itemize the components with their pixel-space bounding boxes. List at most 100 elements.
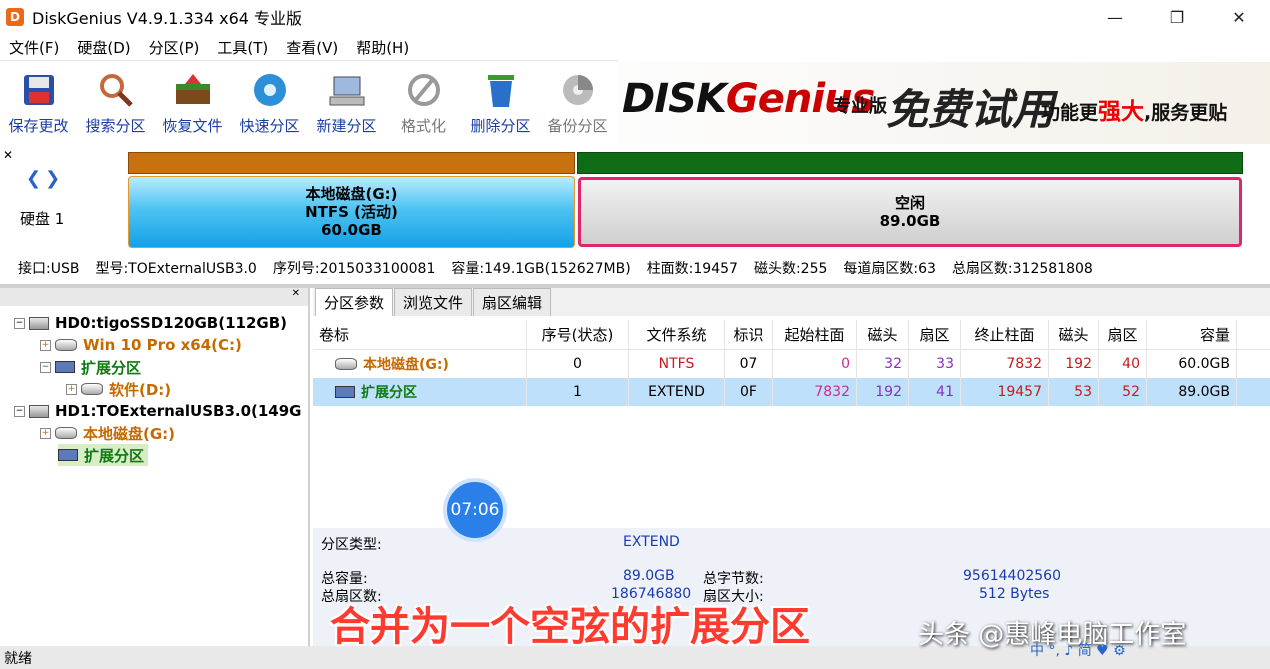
tab-sector-edit[interactable]: 扇区编辑 <box>473 288 552 316</box>
disk-icon <box>29 316 49 330</box>
save-icon <box>20 71 58 109</box>
table-row-selected[interactable]: 扩展分区 1 EXTEND 0F 7832 192 41 19457 53 52… <box>313 378 1270 406</box>
prev-disk-icon[interactable]: ❮ <box>26 168 41 189</box>
promo-banner[interactable]: DISKGenius 专业版 免费试用 功能更强大,服务更贴 <box>618 62 1270 144</box>
col-end-cyl[interactable]: 终止柱面 <box>961 320 1049 349</box>
expand-icon[interactable]: + <box>40 339 51 351</box>
collapse-icon[interactable]: − <box>14 317 25 329</box>
extended-partition-icon <box>58 449 78 461</box>
expand-icon[interactable]: + <box>40 427 51 439</box>
disk-tree-panel: ✕ − HD0:tigoSSD120GB(112GB) + Win 10 Pro… <box>0 288 310 646</box>
tree-item-label: HD1:TOExternalUSB3.0(149G <box>55 402 302 420</box>
tab-strip: 分区参数 浏览文件 扇区编辑 <box>313 288 1270 316</box>
recover-files-button[interactable]: 恢复文件 <box>154 60 231 144</box>
col-start-head[interactable]: 磁头 <box>857 320 909 349</box>
cell-start-cyl: 7832 <box>773 378 857 406</box>
partition-strip-primary[interactable] <box>128 152 575 174</box>
restore-button[interactable]: ❐ <box>1146 0 1208 34</box>
menu-view[interactable]: 查看(V) <box>277 37 347 58</box>
tab-browse-files[interactable]: 浏览文件 <box>394 288 473 316</box>
cell-end-sector: 40 <box>1099 350 1147 378</box>
app-logo-icon: D <box>6 8 24 26</box>
extended-partition-icon <box>55 361 75 373</box>
partition-block-g[interactable]: 本地磁盘(G:) NTFS (活动) 60.0GB <box>128 176 575 248</box>
col-id[interactable]: 标识 <box>725 320 773 349</box>
cell-end-cyl: 7832 <box>961 350 1049 378</box>
col-capacity[interactable]: 容量 <box>1147 320 1237 349</box>
banner-edition: 专业版 <box>833 96 887 117</box>
minimize-button[interactable]: — <box>1084 0 1146 34</box>
backup-partition-label: 备份分区 <box>547 117 608 135</box>
col-start-sector[interactable]: 扇区 <box>909 320 961 349</box>
window-title: DiskGenius V4.9.1.334 x64 专业版 <box>32 9 303 28</box>
ime-tray-icons[interactable]: 中 °, ♪ 简 ♥ ⚙ <box>1030 640 1126 660</box>
extended-partition-icon <box>335 386 355 398</box>
tree-item-label: 扩展分区 <box>81 358 142 377</box>
disk-quick-icon <box>251 71 289 109</box>
diskmap-close-icon[interactable]: ✕ <box>3 148 13 162</box>
tree-item-hd0[interactable]: − HD0:tigoSSD120GB(112GB) <box>14 312 287 334</box>
col-filesystem[interactable]: 文件系统 <box>629 320 725 349</box>
disk-label: 硬盘 1 <box>20 210 65 228</box>
col-end-sector[interactable]: 扇区 <box>1099 320 1147 349</box>
disk-info-bar: 接口:USB 型号:TOExternalUSB3.0 序列号:201503310… <box>0 254 1270 282</box>
tree-item-hd1[interactable]: − HD1:TOExternalUSB3.0(149G <box>14 400 302 422</box>
tree-panel-header: ✕ <box>0 288 308 306</box>
cell-end-head: 192 <box>1049 350 1099 378</box>
partition-strip-extended[interactable] <box>577 152 1243 174</box>
cell-filesystem: EXTEND <box>629 378 725 406</box>
tree-item-c[interactable]: + Win 10 Pro x64(C:) <box>40 334 242 356</box>
banner-free-trial: 免费试用 <box>886 85 1055 134</box>
save-changes-button[interactable]: 保存更改 <box>0 60 77 144</box>
new-partition-button[interactable]: 新建分区 <box>308 60 385 144</box>
menu-disk[interactable]: 硬盘(D) <box>68 37 139 58</box>
new-partition-icon <box>328 71 366 109</box>
disk-capacity: 容量:149.1GB(152627MB) <box>451 261 631 277</box>
cell-start-head: 192 <box>857 378 909 406</box>
cell-id: 07 <box>725 350 773 378</box>
recording-timer[interactable]: 07:06 <box>443 478 507 542</box>
menu-tools[interactable]: 工具(T) <box>208 37 277 58</box>
search-partition-button[interactable]: 搜索分区 <box>77 60 154 144</box>
tab-partition-params[interactable]: 分区参数 <box>315 288 394 316</box>
tree-item-d[interactable]: + 软件(D:) <box>66 378 171 400</box>
table-row[interactable]: 本地磁盘(G:) 0 NTFS 07 0 32 33 7832 192 40 6… <box>313 350 1270 378</box>
tree-item-extended-hd1[interactable]: 扩展分区 <box>58 444 149 466</box>
disk-icon <box>29 404 49 418</box>
table-header: 卷标 序号(状态) 文件系统 标识 起始柱面 磁头 扇区 终止柱面 磁头 扇区 … <box>313 320 1270 350</box>
cell-start-sector: 33 <box>909 350 961 378</box>
cell-capacity: 60.0GB <box>1147 350 1237 378</box>
tree-item-g[interactable]: + 本地磁盘(G:) <box>40 422 175 444</box>
backup-icon <box>559 71 597 109</box>
next-disk-icon[interactable]: ❯ <box>45 168 60 189</box>
format-button[interactable]: 格式化 <box>385 60 462 144</box>
partition-type-value: EXTEND <box>623 534 680 550</box>
total-bytes-value: 95614402560 <box>963 568 1061 584</box>
menu-partition[interactable]: 分区(P) <box>140 37 209 58</box>
backup-partition-button[interactable]: 备份分区 <box>539 60 616 144</box>
col-start-cyl[interactable]: 起始柱面 <box>773 320 857 349</box>
close-button[interactable]: ✕ <box>1208 0 1270 34</box>
partition-icon <box>55 427 77 439</box>
tree-item-label: 软件(D:) <box>109 380 172 399</box>
tree-panel-close-icon[interactable]: ✕ <box>292 288 300 306</box>
disk-model: 型号:TOExternalUSB3.0 <box>95 261 257 277</box>
expand-icon[interactable]: + <box>66 383 77 395</box>
quick-partition-button[interactable]: 快速分区 <box>231 60 308 144</box>
delete-partition-button[interactable]: 删除分区 <box>462 60 539 144</box>
free-space-block[interactable]: 空闲 89.0GB <box>578 177 1242 247</box>
cell-id: 0F <box>725 378 773 406</box>
col-volume[interactable]: 卷标 <box>313 320 527 349</box>
collapse-icon[interactable]: − <box>40 361 51 373</box>
total-capacity-label: 总容量: <box>321 571 368 587</box>
cell-volume: 扩展分区 <box>313 378 527 406</box>
col-end-head[interactable]: 磁头 <box>1049 320 1099 349</box>
cell-start-head: 32 <box>857 350 909 378</box>
col-index[interactable]: 序号(状态) <box>527 320 629 349</box>
menu-help[interactable]: 帮助(H) <box>347 37 418 58</box>
tree-item-extended-hd0[interactable]: − 扩展分区 <box>40 356 141 378</box>
tree-item-label: 扩展分区 <box>84 446 145 465</box>
menu-file[interactable]: 文件(F) <box>0 37 68 58</box>
collapse-icon[interactable]: − <box>14 405 25 417</box>
status-text: 就绪 <box>4 650 32 667</box>
